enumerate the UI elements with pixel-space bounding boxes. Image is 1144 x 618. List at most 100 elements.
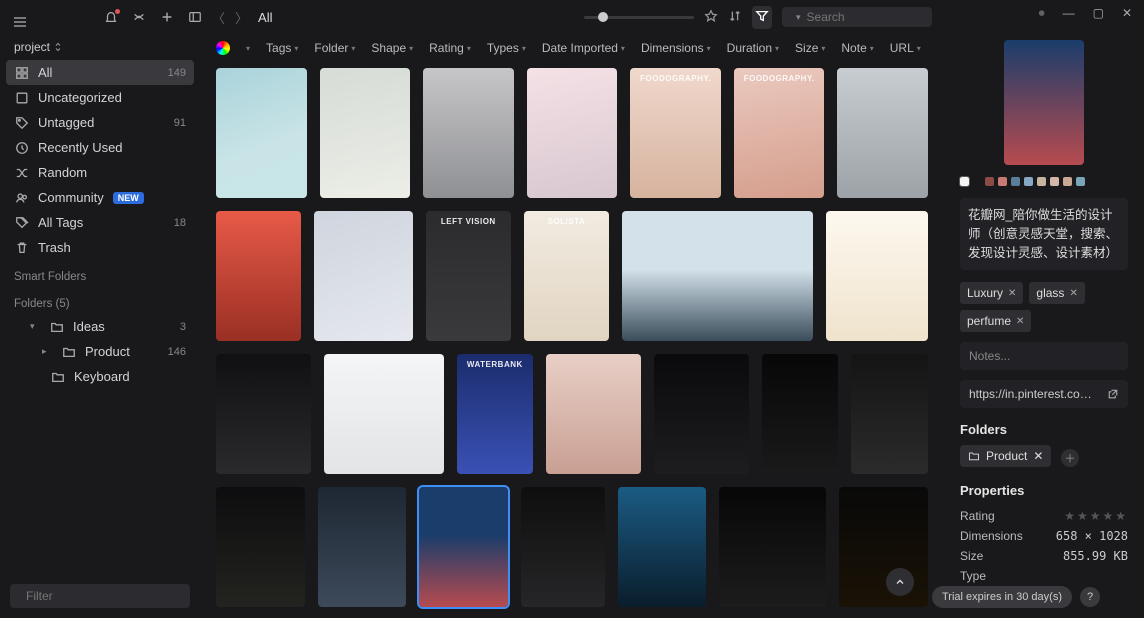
color-filter-icon[interactable] [216,41,230,55]
breadcrumb: All [258,10,272,25]
swatch[interactable] [960,177,969,186]
help-button[interactable]: ? [1080,587,1100,607]
thumbnail[interactable]: WATERBANK [457,354,534,474]
thumbnail[interactable] [324,354,444,474]
remove-tag-icon[interactable]: ✕ [1016,316,1024,327]
swatch[interactable] [1050,177,1059,186]
user-icon[interactable]: ⏺ [1039,6,1045,21]
swatch[interactable] [985,177,994,186]
thumbnail[interactable] [826,211,928,341]
thumbnail[interactable]: LEFT VISION [426,211,511,341]
thumbnail[interactable] [618,487,707,607]
sidebar-item-trash[interactable]: Trash [0,235,200,260]
thumbnail[interactable] [216,354,311,474]
thumbnail[interactable] [622,211,813,341]
thumbnail[interactable] [719,487,826,607]
zoom-slider[interactable] [584,16,694,19]
folder-chip[interactable]: Product ✕ [960,445,1051,467]
prop-size: Size855.99 KB [960,546,1128,566]
thumbnail[interactable] [320,68,411,198]
remove-folder-icon[interactable]: ✕ [1033,449,1043,463]
action-icon-1[interactable] [704,9,718,26]
remove-tag-icon[interactable]: ✕ [1008,288,1016,299]
swatch[interactable] [998,177,1007,186]
sort-icon[interactable] [728,9,742,26]
trial-banner[interactable]: Trial expires in 30 day(s) [932,586,1072,608]
filter-icon[interactable] [752,6,772,29]
folders-header[interactable]: Folders (5) [0,287,200,314]
filter-tags[interactable]: Tags ▾ [266,41,298,55]
sidebar-item-random[interactable]: Random [0,160,200,185]
item-title[interactable]: 花瓣网_陪你做生活的设计师（创意灵感天堂，搜索、发现设计灵感、设计素材） [960,198,1128,270]
search-input[interactable] [807,10,962,24]
shuffle-icon [14,165,29,180]
sidebar-item-untagged[interactable]: Untagged91 [0,110,200,135]
star-rating[interactable]: ★★★★★ [1064,509,1128,523]
thumbnail[interactable]: FOODOGRAPHY. [630,68,721,198]
thumbnail[interactable] [216,487,305,607]
thumbnail[interactable] [654,354,749,474]
tag-perfume[interactable]: perfume ✕ [960,310,1031,332]
thumbnail[interactable] [851,354,928,474]
thumbnail[interactable] [314,211,413,341]
folder-keyboard[interactable]: Keyboard [0,364,200,389]
thumbnail[interactable] [419,487,508,607]
filter-input[interactable] [26,589,181,603]
filter-url[interactable]: URL ▾ [890,41,921,55]
filter-shape[interactable]: Shape ▾ [371,41,413,55]
folder-product[interactable]: ▸ Product 146 [0,339,200,364]
thumbnail[interactable] [216,68,307,198]
filter-date-imported[interactable]: Date Imported ▾ [542,41,625,55]
filter-types[interactable]: Types ▾ [487,41,526,55]
add-folder-button[interactable]: ＋ [1061,449,1079,467]
thumbnail[interactable] [546,354,641,474]
tag-luxury[interactable]: Luxury ✕ [960,282,1023,304]
maximize-button[interactable]: ▢ [1093,6,1104,21]
url-field[interactable]: https://in.pinterest.com/pin/ [960,380,1128,408]
search-box[interactable]: ▾ [782,7,932,27]
project-selector[interactable]: project [0,40,200,60]
thumbnail[interactable]: SOL/STA [524,211,609,341]
thumbnail[interactable] [318,487,407,607]
filter-rating[interactable]: Rating ▾ [429,41,471,55]
tag-glass[interactable]: glass ✕ [1029,282,1084,304]
remove-tag-icon[interactable]: ✕ [1069,288,1077,299]
thumbnail[interactable]: FOODOGRAPHY. [734,68,825,198]
swatch[interactable] [1011,177,1020,186]
thumbnail[interactable] [527,68,618,198]
sidebar-item-label: Untagged [38,115,94,130]
thumbnail[interactable] [521,487,605,607]
preview-thumbnail[interactable] [1004,40,1084,165]
filter-size[interactable]: Size ▾ [795,41,825,55]
thumbnail[interactable] [837,68,928,198]
swatch[interactable] [1063,177,1072,186]
folder-ideas[interactable]: ▾ Ideas 3 [0,314,200,339]
swatch[interactable] [1037,177,1046,186]
filter-folder[interactable]: Folder ▾ [314,41,355,55]
sidebar-item-community[interactable]: CommunityNEW [0,185,200,210]
filter-note[interactable]: Note ▾ [841,41,873,55]
scroll-top-button[interactable] [886,568,914,596]
nav-forward[interactable]: 〉 [235,8,248,27]
swatch[interactable] [1076,177,1085,186]
thumbnail[interactable] [839,487,928,607]
close-button[interactable]: ✕ [1122,6,1132,21]
swatch[interactable] [1024,177,1033,186]
prop-rating[interactable]: Rating ★★★★★ [960,506,1128,526]
topbar: 〈 〉 All ▾ [200,0,944,34]
sidebar-item-all-tags[interactable]: All Tags18 [0,210,200,235]
nav-back[interactable]: 〈 [212,8,225,27]
folders-section-header: Folders [960,422,1128,437]
minimize-button[interactable]: — [1063,6,1075,21]
sidebar-filter[interactable] [10,584,190,608]
sidebar-item-uncategorized[interactable]: Uncategorized [0,85,200,110]
sidebar-item-all[interactable]: All149 [6,60,194,85]
box-icon [14,90,29,105]
thumbnail[interactable] [423,68,514,198]
filter-duration[interactable]: Duration ▾ [727,41,779,55]
sidebar-item-recently-used[interactable]: Recently Used [0,135,200,160]
filter-dimensions[interactable]: Dimensions ▾ [641,41,711,55]
notes-field[interactable]: Notes... [960,342,1128,370]
thumbnail[interactable] [762,354,839,474]
thumbnail[interactable] [216,211,301,341]
